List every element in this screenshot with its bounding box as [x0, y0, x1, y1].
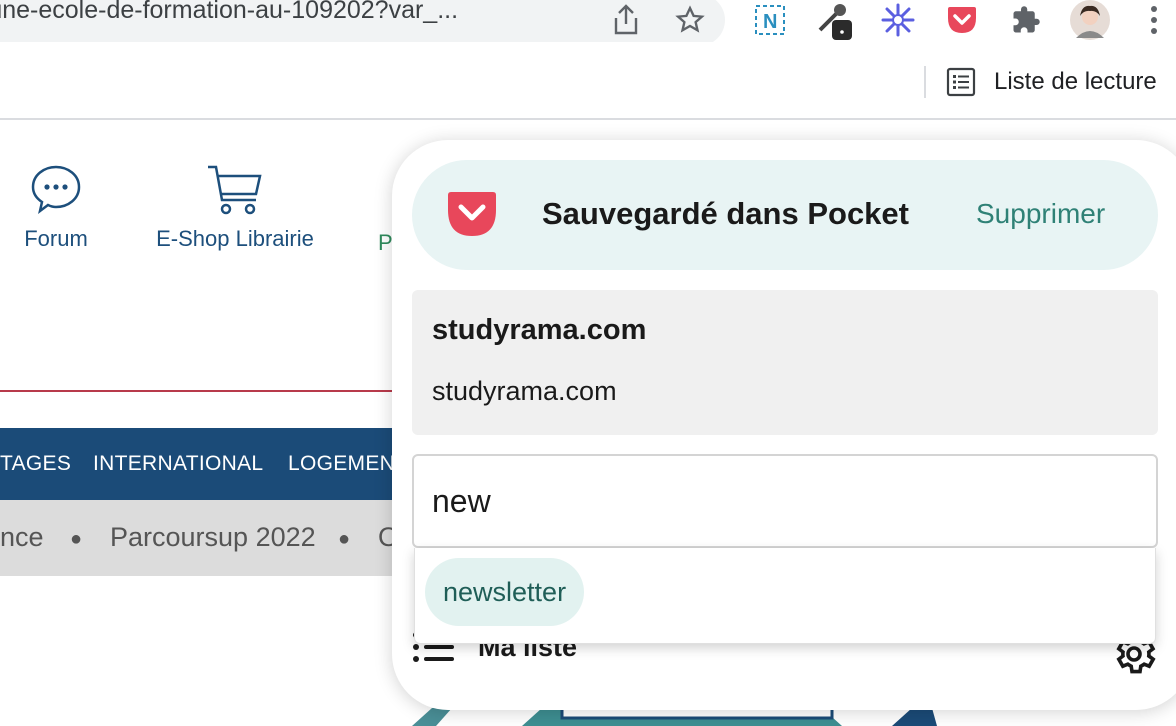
tag-suggestion-chip[interactable]: newsletter — [425, 558, 585, 626]
ticker-item-parcoursup[interactable]: Parcoursup 2022 — [110, 522, 316, 553]
tag-input[interactable] — [432, 478, 1132, 524]
star-icon[interactable] — [670, 0, 710, 40]
notion-extension-icon[interactable]: N — [750, 0, 790, 40]
cart-icon — [208, 165, 262, 215]
tag-suggestions-dropdown: newsletter — [414, 548, 1156, 644]
screen: -une-ecole-de-formation-au-109202?var_..… — [0, 0, 1176, 726]
main-menu-bar: TAGES INTERNATIONAL LOGEMENT — [0, 428, 408, 500]
saved-title: Sauvegardé dans Pocket — [542, 196, 909, 231]
snowflake-extension-icon[interactable] — [878, 0, 918, 40]
divider-line — [0, 390, 400, 392]
remove-button[interactable]: Supprimer — [976, 198, 1105, 230]
pocket-extension-icon[interactable] — [942, 0, 982, 40]
pocket-logo-icon — [448, 192, 496, 236]
ticker-bullet-2: ● — [338, 528, 351, 550]
share-icon[interactable] — [606, 0, 646, 40]
item-title: studyrama.com — [432, 314, 647, 346]
menu-item-logement[interactable]: LOGEMENT — [288, 452, 408, 476]
saved-banner: Sauvegardé dans Pocket Supprimer — [412, 160, 1158, 270]
menu-item-international[interactable]: INTERNATIONAL — [93, 452, 263, 476]
ticker-bullet-1: ● — [70, 528, 83, 550]
nav-eshop[interactable]: E-Shop Librairie — [148, 164, 322, 252]
puzzle-icon[interactable] — [1006, 0, 1046, 40]
more-vert-icon[interactable] — [1134, 0, 1174, 40]
menu-item-stages[interactable]: TAGES — [0, 452, 71, 476]
reading-list-button[interactable]: Liste de lecture — [946, 66, 1157, 98]
reading-list-label: Liste de lecture — [994, 68, 1157, 95]
ticker-item-1[interactable]: nce — [0, 522, 44, 553]
reading-list-icon — [946, 67, 976, 97]
bookmarks-separator — [924, 66, 926, 98]
forum-chat-icon — [31, 165, 81, 214]
bookmarks-bar: Liste de lecture — [0, 42, 1176, 120]
svg-text:N: N — [763, 11, 777, 33]
eyedropper-extension-icon[interactable] — [814, 0, 854, 40]
profile-avatar[interactable] — [1070, 0, 1110, 40]
ticker-bar: nce ● Parcoursup 2022 ● O — [0, 500, 400, 576]
browser-toolbar: -une-ecole-de-formation-au-109202?var_..… — [0, 0, 1176, 46]
saved-item-card: studyrama.com studyrama.com — [412, 290, 1158, 435]
nav-eshop-label: E-Shop Librairie — [156, 226, 314, 251]
nav-forum[interactable]: Forum — [20, 164, 92, 252]
tag-input-box[interactable] — [412, 454, 1158, 548]
page-decoration — [412, 708, 937, 726]
nav-partial-label: P — [378, 230, 393, 255]
item-domain: studyrama.com — [432, 376, 617, 406]
nav-partial-item[interactable]: P — [378, 230, 393, 256]
nav-forum-label: Forum — [24, 226, 88, 251]
url-text[interactable]: -une-ecole-de-formation-au-109202?var_..… — [0, 0, 458, 25]
